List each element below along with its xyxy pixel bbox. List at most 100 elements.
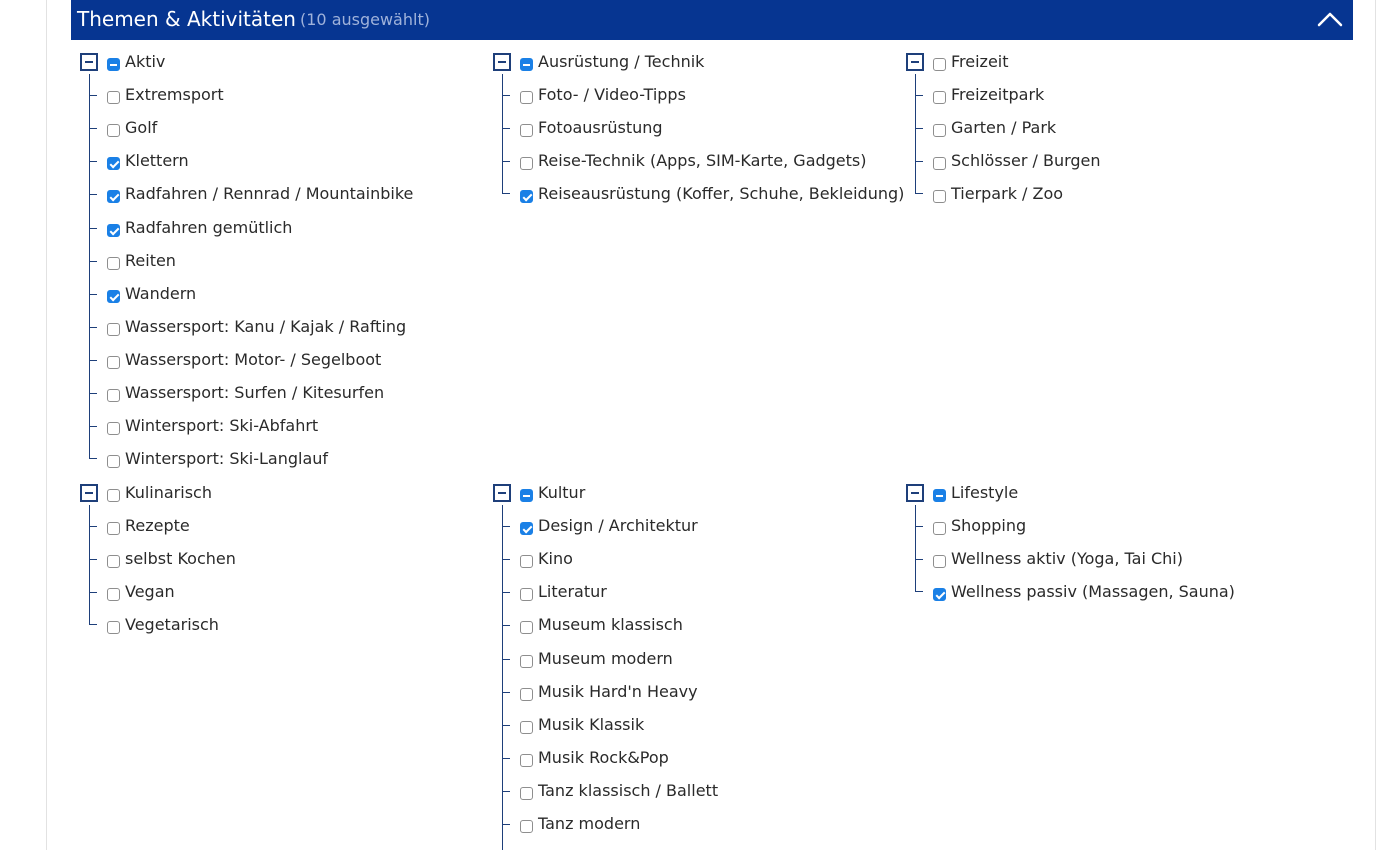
checkbox-kultur-3[interactable]	[520, 621, 533, 635]
checkbox-aktiv-3[interactable]	[107, 190, 120, 204]
checkbox-aktiv-9[interactable]	[107, 389, 120, 402]
item-label[interactable]: Reiten	[125, 251, 176, 271]
checkbox-ausruestung-2[interactable]	[520, 157, 533, 171]
checkbox-kultur-1[interactable]	[520, 555, 533, 569]
checkbox-kultur-7[interactable]	[520, 753, 533, 767]
tree-branch	[502, 757, 510, 759]
collapse-toggle-freizeit[interactable]	[906, 53, 924, 71]
tree-branch	[502, 559, 510, 561]
item-label[interactable]: Kino	[538, 549, 573, 569]
group-checkbox-kultur[interactable]	[520, 489, 533, 502]
checkbox-lifestyle-1[interactable]	[933, 555, 946, 569]
item-label[interactable]: Tanz klassisch / Ballett	[538, 781, 718, 801]
item-label[interactable]: Extremsport	[125, 85, 224, 105]
checkbox-kultur-0[interactable]	[520, 522, 533, 536]
checkbox-kultur-5[interactable]	[520, 687, 533, 701]
checkbox-freizeit-3[interactable]	[933, 190, 946, 204]
checkbox-ausruestung-1[interactable]	[520, 124, 533, 138]
item-label[interactable]: Wintersport: Ski-Langlauf	[125, 449, 328, 469]
collapse-toggle-ausruestung[interactable]	[493, 53, 511, 71]
collapse-button[interactable]	[1315, 5, 1345, 33]
item-label[interactable]: Wellness aktiv (Yoga, Tai Chi)	[951, 549, 1183, 569]
checkbox-aktiv-7[interactable]	[107, 322, 120, 336]
checkbox-aktiv-11[interactable]	[107, 455, 120, 469]
tree-branch	[915, 526, 923, 528]
checkbox-kultur-6[interactable]	[520, 720, 533, 734]
tree-line	[915, 74, 916, 189]
group-checkbox-kulinarisch[interactable]	[107, 489, 120, 502]
checkbox-ausruestung-3[interactable]	[520, 190, 533, 204]
section-header[interactable]: Themen & Aktivitäten (10 ausgewählt)	[71, 0, 1353, 40]
collapse-toggle-kulinarisch[interactable]	[80, 484, 98, 502]
item-label[interactable]: Reiseausrüstung (Koffer, Schuhe, Bekleid…	[538, 184, 904, 204]
checkbox-aktiv-8[interactable]	[107, 355, 120, 369]
tree-branch	[89, 293, 97, 295]
collapse-toggle-lifestyle[interactable]	[906, 484, 924, 502]
item-label[interactable]: Reise-Technik (Apps, SIM-Karte, Gadgets)	[538, 151, 867, 171]
item-label[interactable]: Museum klassisch	[538, 615, 683, 635]
group-checkbox-lifestyle[interactable]	[933, 489, 946, 502]
item-label[interactable]: Golf	[125, 118, 157, 138]
item-label[interactable]: Musik Klassik	[538, 715, 644, 735]
checkbox-kultur-4[interactable]	[520, 654, 533, 668]
checkbox-lifestyle-0[interactable]	[933, 522, 946, 536]
item-label[interactable]: Radfahren / Rennrad / Mountainbike	[125, 184, 413, 204]
checkbox-kulinarisch-3[interactable]	[107, 621, 120, 635]
checkbox-kulinarisch-2[interactable]	[107, 588, 120, 602]
group-checkbox-aktiv[interactable]	[107, 58, 120, 71]
item-label[interactable]: Musik Hard'n Heavy	[538, 682, 698, 702]
collapse-toggle-kultur[interactable]	[493, 484, 511, 502]
checkbox-aktiv-5[interactable]	[107, 256, 120, 270]
item-label[interactable]: selbst Kochen	[125, 549, 236, 569]
checkbox-freizeit-2[interactable]	[933, 157, 946, 171]
checkbox-aktiv-0[interactable]	[107, 91, 120, 105]
item-label[interactable]: Wassersport: Motor- / Segelboot	[125, 350, 381, 370]
checkbox-freizeit-1[interactable]	[933, 124, 946, 138]
item-label[interactable]: Schlösser / Burgen	[951, 151, 1101, 171]
item-label[interactable]: Wintersport: Ski-Abfahrt	[125, 416, 318, 436]
item-label[interactable]: Vegan	[125, 582, 175, 602]
checkbox-aktiv-1[interactable]	[107, 124, 120, 138]
item-label[interactable]: Tanz modern	[538, 814, 640, 834]
checkbox-kultur-9[interactable]	[520, 820, 533, 833]
group-label-aktiv: Aktiv	[125, 52, 166, 71]
collapse-toggle-aktiv[interactable]	[80, 53, 98, 71]
tree-branch	[89, 326, 97, 328]
checkbox-aktiv-10[interactable]	[107, 422, 120, 436]
tree-branch	[502, 161, 510, 163]
item-label[interactable]: Wellness passiv (Massagen, Sauna)	[951, 582, 1235, 602]
checkbox-ausruestung-0[interactable]	[520, 91, 533, 105]
item-label[interactable]: Foto- / Video-Tipps	[538, 85, 686, 105]
tree-branch	[915, 582, 923, 593]
checkbox-aktiv-2[interactable]	[107, 157, 120, 171]
item-label[interactable]: Museum modern	[538, 649, 673, 669]
item-label[interactable]: Garten / Park	[951, 118, 1056, 138]
item-label[interactable]: Wassersport: Kanu / Kajak / Rafting	[125, 317, 406, 337]
item-label[interactable]: Wassersport: Surfen / Kitesurfen	[125, 383, 384, 403]
item-label[interactable]: Radfahren gemütlich	[125, 218, 292, 238]
tree-branch	[502, 691, 510, 693]
item-label[interactable]: Musik Rock&Pop	[538, 748, 669, 768]
checkbox-lifestyle-2[interactable]	[933, 588, 946, 602]
group-checkbox-ausruestung[interactable]	[520, 58, 533, 71]
item-label[interactable]: Design / Architektur	[538, 516, 698, 536]
checkbox-kultur-2[interactable]	[520, 588, 533, 602]
checkbox-kulinarisch-1[interactable]	[107, 555, 120, 569]
item-label[interactable]: Wandern	[125, 284, 196, 304]
item-label[interactable]: Shopping	[951, 516, 1026, 536]
checkbox-freizeit-0[interactable]	[933, 91, 946, 105]
tree-branch	[502, 184, 510, 195]
checkbox-aktiv-4[interactable]	[107, 223, 120, 237]
tree-branch	[89, 359, 97, 361]
item-label[interactable]: Tierpark / Zoo	[951, 184, 1063, 204]
checkbox-aktiv-6[interactable]	[107, 289, 120, 303]
item-label[interactable]: Fotoausrüstung	[538, 118, 663, 138]
item-label[interactable]: Rezepte	[125, 516, 190, 536]
item-label[interactable]: Klettern	[125, 151, 189, 171]
group-checkbox-freizeit[interactable]	[933, 58, 946, 71]
item-label[interactable]: Vegetarisch	[125, 615, 219, 635]
checkbox-kultur-8[interactable]	[520, 786, 533, 800]
checkbox-kulinarisch-0[interactable]	[107, 522, 120, 536]
item-label[interactable]: Freizeitpark	[951, 85, 1044, 105]
item-label[interactable]: Literatur	[538, 582, 607, 602]
